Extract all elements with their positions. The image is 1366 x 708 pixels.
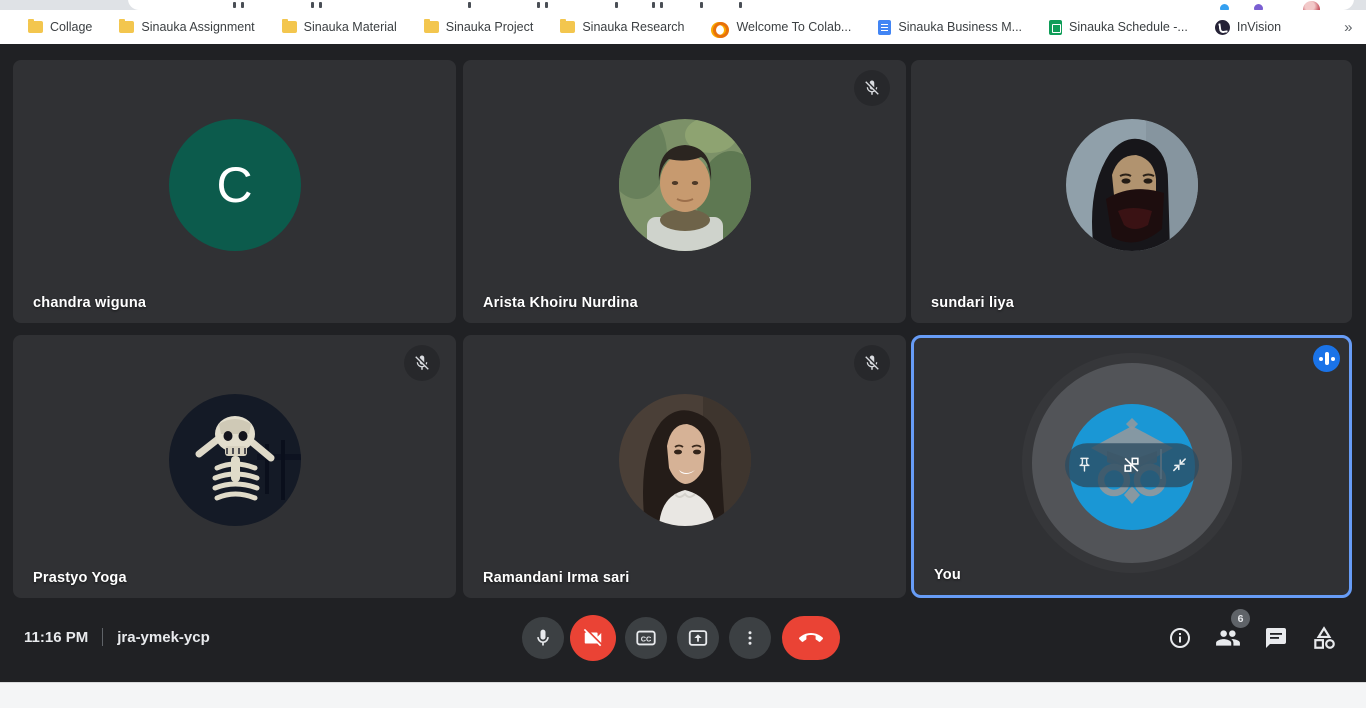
windows-taskbar: X W Ps An Ai Xd ✔ PC PS [0,682,1366,708]
svg-text:CC: CC [641,634,652,643]
omnibox-text-fragment [233,2,236,8]
bookmark-sinauka-material[interactable]: Sinauka Material [282,20,397,34]
meeting-clock: 11:16 PM [24,629,88,646]
participant-tile-prastyo[interactable]: Prastyo Yoga [13,335,456,598]
avatar-letter: C [216,156,252,214]
mic-off-icon [404,345,440,381]
participant-tile-ramandani[interactable]: Ramandani Irma sari [463,335,906,598]
omnibox-text-fragment [652,2,655,8]
omnibox-text-fragment [468,2,471,8]
participant-name: You [934,567,961,583]
bookmark-sinauka-business[interactable]: Sinauka Business M... [878,20,1022,35]
omnibox-text-fragment [700,2,703,8]
captions-button[interactable]: CC [625,617,667,659]
participant-name: sundari liya [931,295,1014,311]
remove-tile-icon[interactable] [1122,455,1141,474]
bookmark-sinauka-project[interactable]: Sinauka Project [424,20,534,34]
participant-tile-chandra[interactable]: C chandra wiguna [13,60,456,323]
divider [102,628,103,646]
meeting-details-button[interactable] [1166,624,1194,652]
omnibox-text-fragment [545,2,548,8]
bookmarks-overflow-chevron[interactable]: » [1344,19,1352,36]
bookmarks-bar: Collage Sinauka Assignment Sinauka Mater… [0,10,1366,44]
google-sheets-icon [1049,20,1062,35]
screen: Collage Sinauka Assignment Sinauka Mater… [0,0,1366,708]
participant-tile-arista[interactable]: Arista Khoiru Nurdina [463,60,906,323]
folder-icon [424,21,439,33]
participant-tile-sundari[interactable]: sundari liya [911,60,1352,323]
bookmark-label: Sinauka Assignment [141,20,254,34]
mic-off-icon [854,70,890,106]
avatar-initial: C [169,119,301,251]
omnibox-text-fragment [615,2,618,8]
microphone-button[interactable] [522,617,564,659]
minimize-icon[interactable] [1171,456,1188,473]
chat-button[interactable] [1262,624,1290,652]
bookmark-label: InVision [1237,20,1281,34]
bookmark-label: Sinauka Business M... [898,20,1022,34]
folder-icon [560,21,575,33]
invision-icon [1215,20,1230,35]
bookmark-label: Sinauka Project [446,20,534,34]
participant-tile-you[interactable]: You [911,335,1352,598]
tile-hover-controls [1065,443,1199,487]
omnibox-text-fragment [660,2,663,8]
bookmark-label: Welcome To Colab... [736,20,851,34]
bookmark-sinauka-research[interactable]: Sinauka Research [560,20,684,34]
avatar-photo [169,394,301,526]
bookmark-sinauka-schedule[interactable]: Sinauka Schedule -... [1049,20,1188,35]
google-docs-icon [878,20,891,35]
people-count-badge: 6 [1231,609,1250,628]
present-screen-button[interactable] [677,617,719,659]
meet-video-grid: C chandra wiguna [0,44,1366,682]
bookmark-label: Collage [50,20,92,34]
mic-off-icon [854,345,890,381]
omnibox-text-fragment [739,2,742,8]
participant-name: Ramandani Irma sari [483,570,629,586]
activities-button[interactable] [1310,624,1338,652]
bookmark-label: Sinauka Schedule -... [1069,20,1188,34]
bookmark-sinauka-assignment[interactable]: Sinauka Assignment [119,20,254,34]
omnibox-text-fragment [537,2,540,8]
browser-top-strip [0,0,1366,10]
avatar-photo [1066,119,1198,251]
camera-off-button[interactable] [570,615,616,661]
folder-icon [119,21,134,33]
bookmark-invision[interactable]: InVision [1215,20,1281,35]
avatar-photo [619,119,751,251]
show-people-button[interactable] [1214,624,1242,652]
pin-icon[interactable] [1076,456,1093,473]
bookmark-colab[interactable]: Welcome To Colab... [711,20,851,34]
participant-name: Prastyo Yoga [33,570,127,586]
bookmark-collage[interactable]: Collage [28,20,92,34]
hang-up-button[interactable] [782,616,840,660]
participant-name: chandra wiguna [33,295,146,311]
folder-icon [282,21,297,33]
bookmark-label: Sinauka Material [304,20,397,34]
audio-level-badge [1313,345,1340,372]
more-options-button[interactable] [729,617,771,659]
meeting-code: jra-ymek-ycp [117,629,210,646]
avatar-photo [619,394,751,526]
meeting-meta: 11:16 PM jra-ymek-ycp [24,628,210,646]
omnibox-text-fragment [311,2,314,8]
omnibox-text-fragment [319,2,322,8]
colab-icon [711,22,729,33]
omnibox-text-fragment [241,2,244,8]
participant-name: Arista Khoiru Nurdina [483,295,638,311]
folder-icon [28,21,43,33]
bookmark-label: Sinauka Research [582,20,684,34]
